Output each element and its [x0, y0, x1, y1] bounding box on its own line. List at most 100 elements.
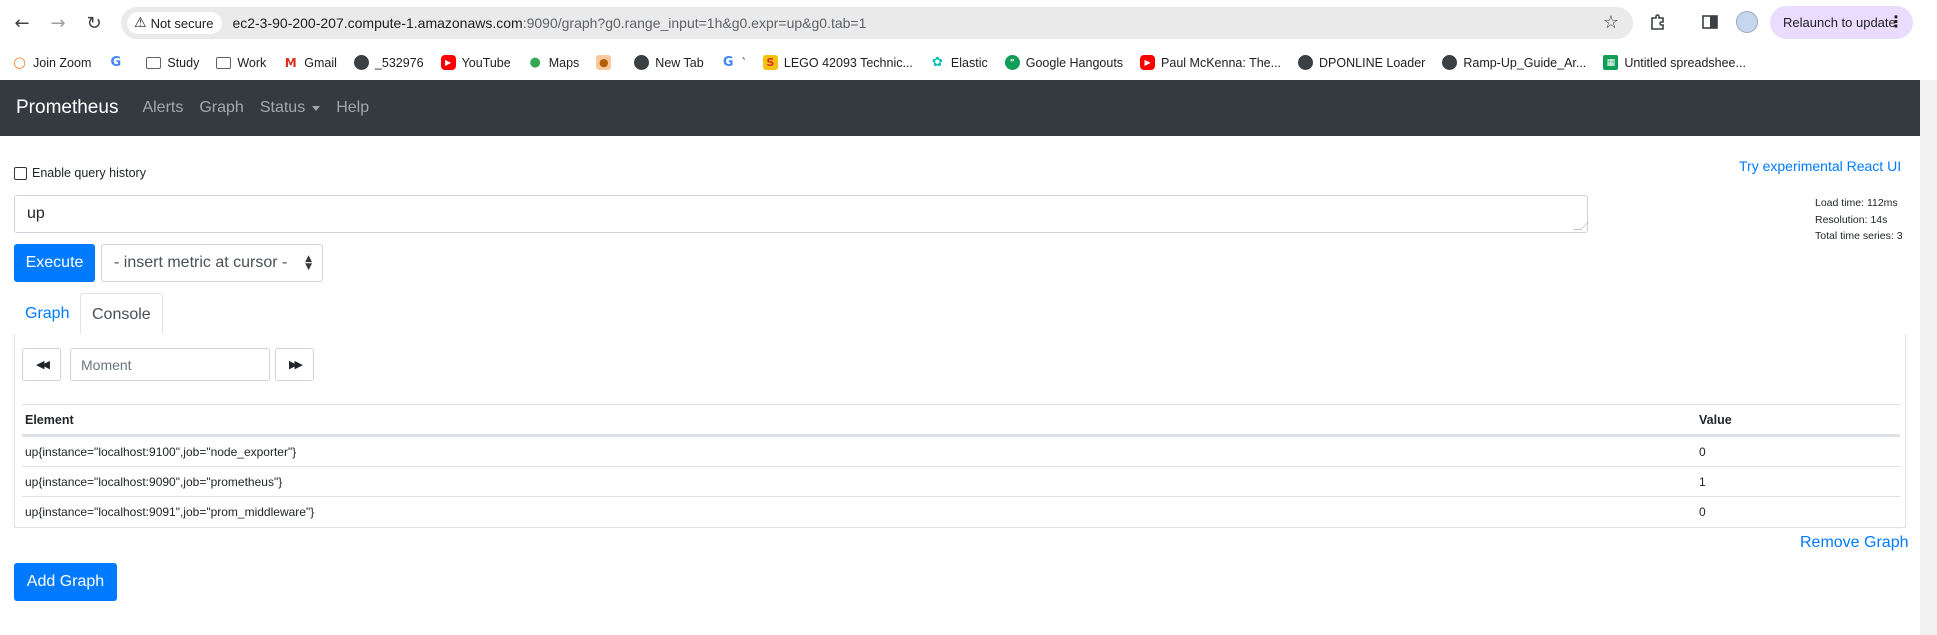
- nav-status-dropdown[interactable]: Status: [259, 99, 321, 117]
- query-history-checkbox[interactable]: [14, 166, 27, 180]
- bookmark-label: DPONLINE Loader: [1319, 55, 1426, 70]
- nav-alerts[interactable]: Alerts: [142, 99, 183, 117]
- add-graph-button[interactable]: Add Graph: [14, 563, 117, 601]
- bookmark-item[interactable]: Work: [216, 56, 266, 70]
- app-navbar: Prometheus Alerts Graph Status Help: [0, 80, 1920, 136]
- bookmark-item[interactable]: G: [108, 55, 129, 70]
- expression-input[interactable]: up: [14, 195, 1589, 233]
- bookmark-item[interactable]: ” Google Hangouts: [1004, 55, 1124, 70]
- remove-graph-link[interactable]: Remove Graph: [1800, 534, 1909, 552]
- relaunch-button[interactable]: Relaunch to update ⋮: [1770, 6, 1913, 39]
- moment-placeholder: Moment: [81, 357, 132, 373]
- bookmark-item[interactable]: Ramp-Up_Guide_Ar...: [1442, 55, 1586, 70]
- bookmark-label: Google Hangouts: [1025, 55, 1124, 70]
- bookmark-label: Paul McKenna: The...: [1161, 55, 1282, 70]
- more-menu-icon[interactable]: ⋮: [1888, 12, 1904, 32]
- bookmark-item[interactable]: ●: [596, 55, 617, 70]
- console-panel: ◀◀ Moment ▶▶ Element Value up{instance="…: [14, 334, 1906, 528]
- element-cell: up{instance="localhost:9091",job="prom_m…: [25, 505, 315, 519]
- bookmark-item[interactable]: ✿ Elastic: [930, 55, 988, 70]
- side-panel-icon[interactable]: [1698, 10, 1722, 34]
- extensions-icon[interactable]: [1646, 10, 1670, 34]
- query-history-toggle[interactable]: Enable query history: [14, 166, 146, 180]
- execute-button[interactable]: Execute: [14, 244, 95, 282]
- folder-icon: [146, 56, 162, 69]
- element-cell: up{instance="localhost:9090",job="promet…: [25, 475, 283, 489]
- globe-icon: [634, 55, 650, 70]
- bookmark-label: _532976: [374, 55, 424, 70]
- tab-graph[interactable]: Graph: [14, 293, 80, 335]
- bookmark-item[interactable]: M Gmail: [283, 55, 337, 70]
- bookmark-label: Maps: [548, 55, 580, 70]
- query-stats: Load time: 112ms Resolution: 14s Total t…: [1815, 195, 1903, 245]
- total-time-series: Total time series: 3: [1815, 230, 1903, 242]
- expression-text: up: [27, 205, 45, 222]
- bookmark-item[interactable]: ◯ Join Zoom: [12, 55, 91, 70]
- forward-arrow-icon[interactable]: →: [45, 10, 71, 36]
- security-indicator[interactable]: ⚠ Not secure: [127, 12, 223, 34]
- value-cell: 1: [1699, 475, 1706, 489]
- bookmark-label: LEGO 42093 Technic...: [783, 55, 913, 70]
- nav-status-label: Status: [259, 99, 306, 116]
- page-scrollbar[interactable]: [1920, 80, 1937, 635]
- bookmark-item[interactable]: New Tab: [634, 55, 704, 70]
- youtube-icon: ▶: [440, 55, 456, 70]
- sheets-icon: ▦: [1603, 55, 1619, 70]
- resolution: Resolution: 14s: [1815, 213, 1888, 226]
- browser-toolbar: ← → ↻ ⚠ Not secure ec2-3-90-200-207.comp…: [0, 0, 1937, 45]
- fast-forward-button[interactable]: ▶▶: [275, 348, 314, 381]
- relaunch-label: Relaunch to update: [1783, 15, 1896, 30]
- address-bar[interactable]: ⚠ Not secure ec2-3-90-200-207.compute-1.…: [121, 7, 1633, 39]
- bookmark-item[interactable]: _532976: [353, 55, 424, 70]
- brand-link[interactable]: Prometheus: [16, 97, 118, 119]
- security-label: Not secure: [150, 15, 214, 31]
- google-icon: G: [722, 55, 734, 70]
- url-text: ec2-3-90-200-207.compute-1.amazonaws.com…: [232, 15, 866, 31]
- bookmark-label: Work: [237, 55, 267, 70]
- bookmark-item[interactable]: G `: [721, 55, 746, 70]
- nav-graph[interactable]: Graph: [199, 99, 243, 117]
- load-time: Load time: 112ms: [1815, 197, 1898, 209]
- rewind-button[interactable]: ◀◀: [22, 348, 61, 381]
- insert-metric-select[interactable]: - insert metric at cursor - ▲ ▼: [101, 244, 323, 282]
- profile-avatar[interactable]: [1736, 11, 1758, 33]
- graph-page: Enable query history Try experimental Re…: [0, 136, 1920, 635]
- bookmark-item[interactable]: ▶ YouTube: [440, 55, 511, 70]
- element-cell: up{instance="localhost:9100",job="node_e…: [25, 445, 297, 459]
- bookmark-item[interactable]: ▶ Paul McKenna: The...: [1140, 55, 1281, 70]
- maps-icon: ●: [529, 55, 541, 70]
- globe-icon: [1442, 55, 1458, 70]
- column-header-element: Element: [25, 413, 74, 427]
- panel-tabs: Graph Console: [14, 293, 1906, 336]
- elastic-icon: ✿: [931, 55, 943, 70]
- select-arrows-icon: ▲ ▼: [305, 254, 312, 272]
- globe-icon: [353, 55, 369, 70]
- resize-handle[interactable]: [1573, 222, 1589, 230]
- bookmark-item[interactable]: Study: [146, 56, 199, 70]
- bookmark-label: Elastic: [950, 55, 988, 70]
- bookmark-item[interactable]: S LEGO 42093 Technic...: [762, 55, 913, 70]
- bookmark-item[interactable]: DPONLINE Loader: [1298, 55, 1425, 70]
- bookmark-label: `: [741, 55, 746, 70]
- react-ui-link[interactable]: Try experimental React UI: [1739, 158, 1901, 174]
- moment-input[interactable]: Moment: [70, 348, 270, 381]
- bookmark-label: Untitled spreadshee...: [1624, 55, 1746, 70]
- url-host: ec2-3-90-200-207.compute-1.amazonaws.com: [232, 15, 523, 31]
- zoom-icon: ◯: [13, 56, 26, 69]
- reload-icon[interactable]: ↻: [81, 10, 107, 36]
- back-arrow-icon[interactable]: ←: [9, 10, 35, 36]
- bookmark-star-icon[interactable]: ☆: [1603, 12, 1619, 33]
- column-header-value: Value: [1699, 413, 1732, 427]
- nav-help[interactable]: Help: [336, 99, 369, 117]
- folder-icon: [216, 56, 232, 69]
- warning-icon: ⚠: [134, 15, 147, 31]
- query-history-label: Enable query history: [32, 166, 146, 180]
- bookmark-item[interactable]: ▦ Untitled spreadshee...: [1603, 55, 1746, 70]
- bookmark-item[interactable]: ● Maps: [528, 55, 580, 70]
- rewind-icon: ◀◀: [36, 358, 50, 371]
- hangouts-icon: ”: [1004, 55, 1020, 70]
- bookmarks-bar: ◯ Join Zoom G Study Work M Gmail _532976 ▶…: [0, 45, 1937, 80]
- tab-console[interactable]: Console: [80, 293, 163, 336]
- insert-metric-label: - insert metric at cursor -: [114, 254, 288, 271]
- caret-down-icon: [312, 106, 321, 111]
